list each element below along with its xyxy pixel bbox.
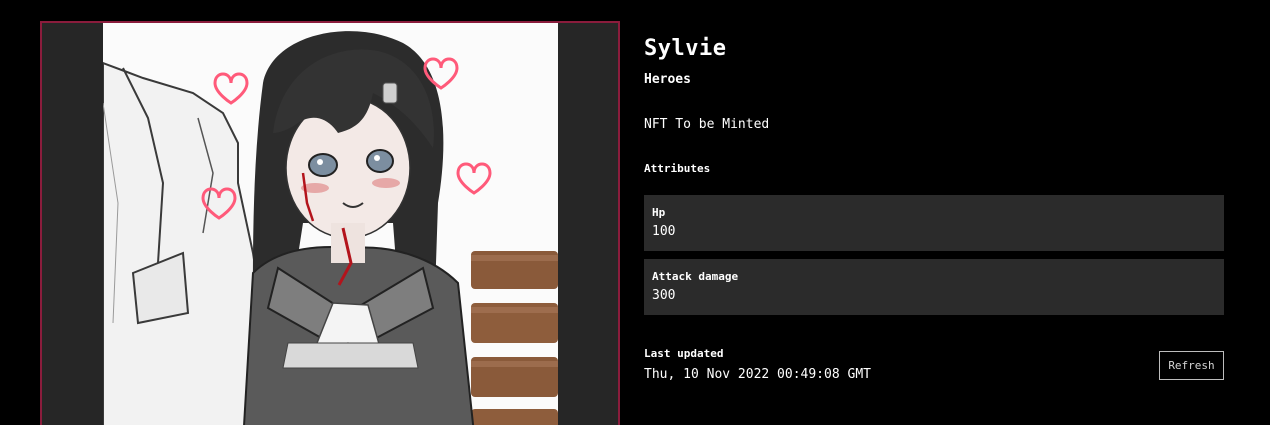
attribute-name: Hp [652, 206, 666, 219]
last-updated-label: Last updated [644, 347, 724, 360]
mint-status: NFT To be Minted [644, 117, 770, 132]
attribute-value: 300 [652, 288, 676, 303]
attribute-value: 100 [652, 224, 676, 239]
nft-image-frame [40, 21, 620, 425]
collection-name: Heroes [644, 72, 691, 87]
attribute-card-hp: Hp 100 [644, 195, 1224, 251]
nft-detail-page: Sylvie Heroes NFT To be Minted Attribute… [0, 0, 1270, 425]
girl-dress-shape [243, 246, 475, 425]
refresh-button[interactable]: Refresh [1159, 351, 1224, 380]
attribute-card-attack-damage: Attack damage 300 [644, 259, 1224, 315]
last-updated-value: Thu, 10 Nov 2022 00:49:08 GMT [644, 367, 871, 382]
nft-title: Sylvie [644, 36, 727, 61]
nft-artwork-image [103, 23, 558, 425]
attribute-name: Attack damage [652, 270, 739, 283]
nft-details-panel: Sylvie Heroes NFT To be Minted Attribute… [644, 0, 1224, 425]
attributes-heading: Attributes [644, 162, 711, 175]
